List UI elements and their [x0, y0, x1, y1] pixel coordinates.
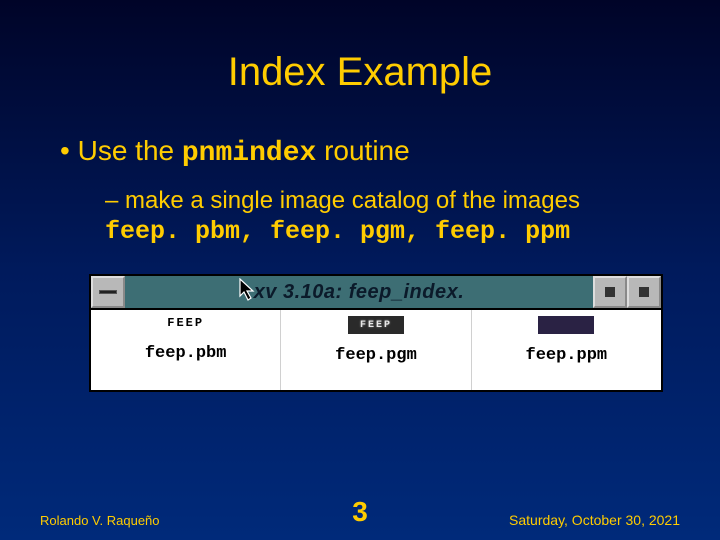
bullet-level-1: Use the pnmindex routine — [45, 135, 675, 169]
thumbnail-pgm-text: FEEP — [360, 320, 392, 331]
thumbnail-label: feep.pbm — [145, 344, 227, 363]
bullet1-text-suffix: routine — [316, 135, 409, 166]
xv-body: FEEP feep.pbm FEEP feep.pgm feep.ppm — [91, 310, 661, 390]
bullet-level-2: make a single image catalog of the image… — [105, 187, 675, 215]
thumbnail-ppm — [538, 316, 594, 334]
footer-page-number: 3 — [352, 496, 368, 528]
bullet-level-2-group: make a single image catalog of the image… — [45, 187, 675, 215]
thumbnail-pbm: FEEP — [167, 316, 204, 330]
thumbnail-cell-pgm[interactable]: FEEP feep.pgm — [281, 310, 471, 390]
window-title-text: xv 3.10a: feep_index. — [254, 281, 465, 304]
system-menu-icon — [99, 290, 117, 294]
xv-titlebar: xv 3.10a: feep_index. — [91, 276, 661, 310]
slide-title: Index Example — [45, 50, 675, 95]
file-list-code: feep. pbm, feep. pgm, feep. ppm — [45, 217, 675, 246]
minimize-icon — [605, 287, 615, 297]
footer-author: Rolando V. Raqueño — [40, 513, 160, 528]
slide: Index Example Use the pnmindex routine m… — [0, 0, 720, 540]
minimize-button[interactable] — [593, 276, 627, 308]
bullet1-code: pnmindex — [182, 138, 316, 169]
bullet1-text-prefix: Use the — [78, 135, 182, 166]
thumbnail-label: feep.ppm — [526, 346, 608, 365]
thumbnail-cell-pbm[interactable]: FEEP feep.pbm — [91, 310, 281, 390]
xv-window: xv 3.10a: feep_index. FEEP feep.pbm FEE — [89, 274, 663, 392]
system-menu-button[interactable] — [91, 276, 125, 308]
footer-date: Saturday, October 30, 2021 — [509, 512, 680, 528]
thumbnail-label: feep.pgm — [335, 346, 417, 365]
thumbnail-pgm: FEEP — [348, 316, 404, 334]
thumbnail-cell-ppm[interactable]: feep.ppm — [472, 310, 661, 390]
maximize-icon — [639, 287, 649, 297]
window-title[interactable]: xv 3.10a: feep_index. — [125, 276, 593, 308]
maximize-button[interactable] — [627, 276, 661, 308]
footer: Rolando V. Raqueño 3 Saturday, October 3… — [0, 512, 720, 528]
